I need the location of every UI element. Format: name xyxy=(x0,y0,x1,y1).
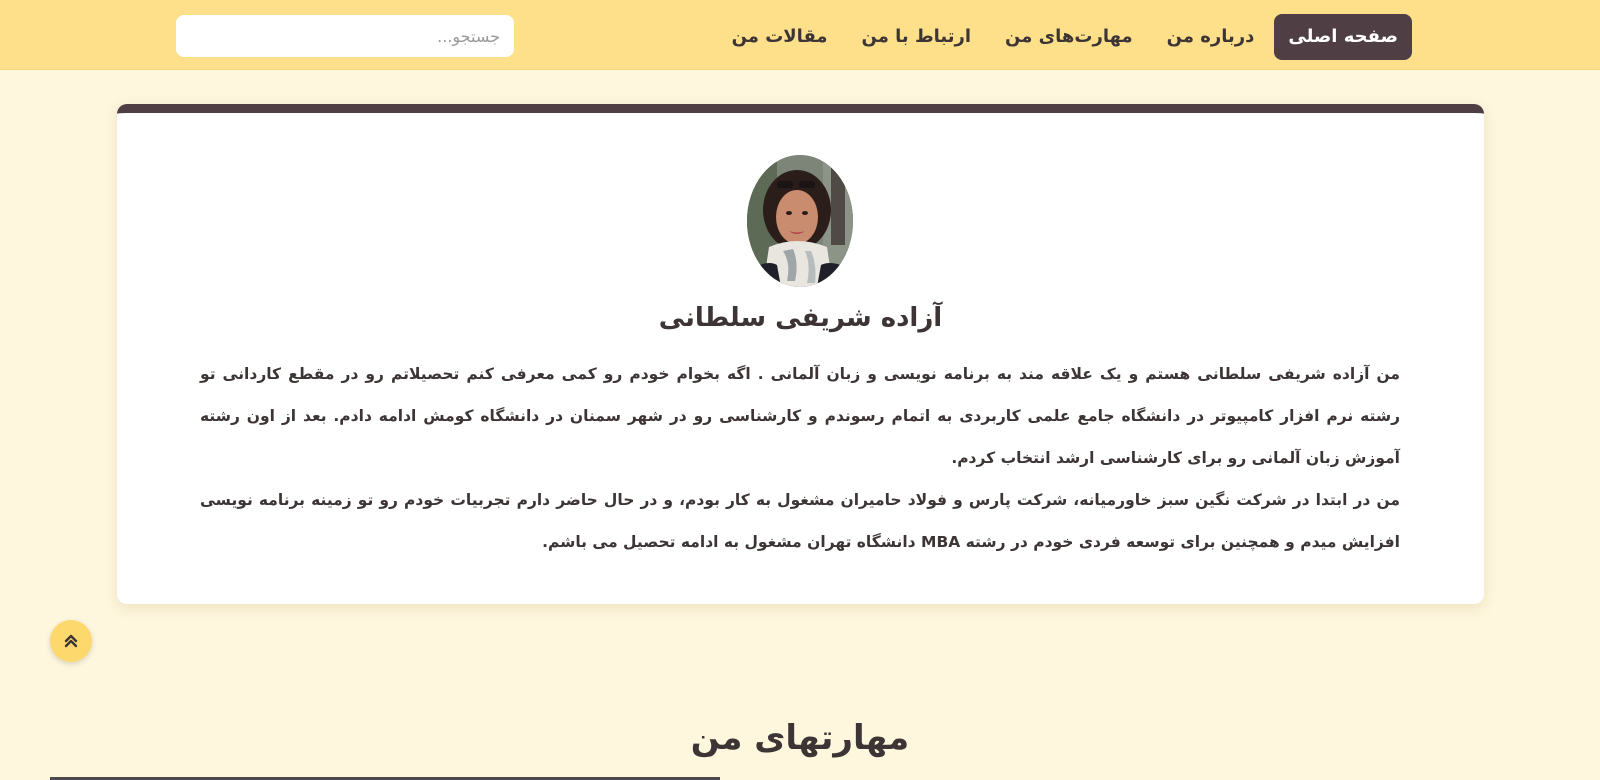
profile-name: آزاده شریفی سلطانی xyxy=(658,303,943,333)
nav-item-about: درباره من xyxy=(1153,14,1269,60)
skills-section-title: مهارتهای من xyxy=(690,718,910,758)
nav-item-home: صفحه اصلی xyxy=(1274,14,1412,60)
scroll-to-top-button[interactable] xyxy=(50,620,92,662)
bio-paragraph: من آزاده شریفی سلطانی هستم و یک علاقه من… xyxy=(200,365,1400,467)
bio-text: من آزاده شریفی سلطانی هستم و یک علاقه من… xyxy=(200,353,1400,563)
nav-link-about[interactable]: درباره من xyxy=(1153,14,1269,60)
nav-link-articles[interactable]: مقالات من xyxy=(718,14,842,60)
avatar xyxy=(747,155,853,287)
nav-link-contact[interactable]: ارتباط با من xyxy=(848,14,986,60)
bio-paragraph: من در ابتدا در شرکت نگین سبز خاورمیانه، … xyxy=(200,491,1400,551)
nav-link-skills[interactable]: مهارت‌های من xyxy=(991,14,1147,60)
about-card: آزاده شریفی سلطانی من آزاده شریفی سلطانی… xyxy=(117,104,1484,604)
top-navbar: صفحه اصلی درباره من مهارت‌های من ارتباط … xyxy=(0,0,1600,70)
nav-menu: صفحه اصلی درباره من مهارت‌های من ارتباط … xyxy=(718,14,1412,60)
double-chevron-up-icon xyxy=(64,634,78,648)
profile-photo xyxy=(747,155,853,287)
nav-item-articles: مقالات من xyxy=(718,14,842,60)
nav-item-skills: مهارت‌های من xyxy=(991,14,1147,60)
search-input[interactable] xyxy=(176,15,514,57)
nav-link-home[interactable]: صفحه اصلی xyxy=(1274,14,1412,60)
nav-item-contact: ارتباط با من xyxy=(848,14,986,60)
